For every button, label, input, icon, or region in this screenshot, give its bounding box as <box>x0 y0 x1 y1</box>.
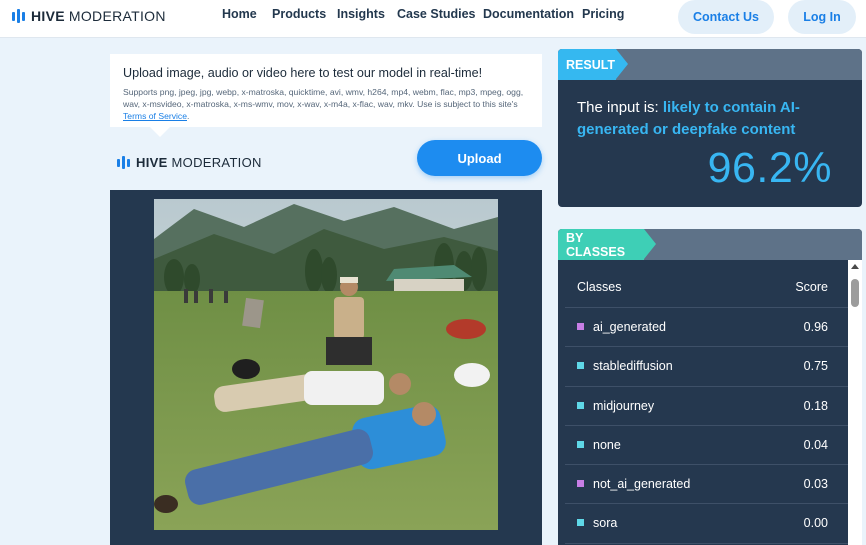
class-score: 0.03 <box>803 477 828 492</box>
class-name: none <box>593 437 621 452</box>
upload-button[interactable]: Upload <box>417 140 542 176</box>
class-score: 0.04 <box>803 437 828 452</box>
log-in-button[interactable]: Log In <box>788 0 856 34</box>
logo-text-light: MODERATION <box>68 8 166 24</box>
classes-table-header: Classes Score <box>565 268 853 308</box>
nav-documentation[interactable]: Documentation <box>483 7 574 21</box>
class-row: not_ai_generated 0.03 <box>565 465 853 505</box>
uploaded-image-photo <box>154 199 498 530</box>
result-percentage: 96.2% <box>707 144 832 192</box>
class-color-swatch <box>577 401 584 409</box>
class-row: none 0.04 <box>565 426 853 466</box>
column-header-classes: Classes <box>577 280 622 294</box>
class-row: ai_generated 0.96 <box>565 308 853 348</box>
nav-home[interactable]: Home <box>222 7 257 21</box>
nav-insights[interactable]: Insights <box>337 7 385 21</box>
class-name: sora <box>593 516 618 531</box>
result-tag: RESULT <box>558 49 628 80</box>
class-name: not_ai_generated <box>593 477 691 492</box>
scroll-thumb[interactable] <box>851 279 859 307</box>
nav-pricing[interactable]: Pricing <box>582 7 624 21</box>
hive-logo-icon <box>117 156 130 169</box>
result-sentence: The input is: likely to contain AI-gener… <box>577 97 852 141</box>
class-row: stablediffusion 0.75 <box>565 347 853 387</box>
scroll-up-arrow-icon[interactable] <box>851 264 859 269</box>
logo-text-bold: HIVE <box>136 155 168 170</box>
classes-table: Classes Score ai_generated 0.96 stablediff… <box>565 268 853 544</box>
class-color-swatch <box>577 440 584 448</box>
class-name: stablediffusion <box>593 359 673 374</box>
result-header: RESULT <box>558 49 862 80</box>
class-score: 0.18 <box>803 398 828 413</box>
class-name: ai_generated <box>593 320 666 334</box>
terms-suffix: . <box>187 111 190 121</box>
class-color-swatch <box>577 362 584 370</box>
hive-logo-icon <box>12 9 25 23</box>
result-prefix: The input is: <box>577 99 663 116</box>
by-classes-card: BY CLASSES Classes Score ai_generated 0.9… <box>558 229 862 545</box>
hive-moderation-logo[interactable]: HIVE MODERATION <box>12 8 166 24</box>
upload-title: Upload image, audio or video here to tes… <box>123 66 483 80</box>
class-row: sora 0.00 <box>565 504 853 544</box>
top-navigation: HIVE MODERATION Home Products Insights Ca… <box>0 0 866 38</box>
logo-text-bold: HIVE <box>31 8 65 24</box>
result-card: RESULT The input is: likely to contain A… <box>558 49 862 207</box>
class-score: 0.00 <box>803 516 828 531</box>
classes-header: BY CLASSES <box>558 229 862 260</box>
hive-moderation-logo-secondary: HIVE MODERATION <box>117 155 262 170</box>
class-score: 0.96 <box>803 320 828 334</box>
upload-instructions-card: Upload image, audio or video here to tes… <box>110 54 542 137</box>
column-header-score: Score <box>795 280 828 294</box>
uploaded-media-panel <box>110 190 542 545</box>
class-row: midjourney 0.18 <box>565 387 853 426</box>
classes-scrollbar[interactable] <box>848 260 862 545</box>
logo-text-light: MODERATION <box>171 155 262 170</box>
terms-of-service-link[interactable]: Terms of Service <box>123 111 187 121</box>
class-color-swatch <box>577 323 584 330</box>
nav-case-studies[interactable]: Case Studies <box>397 7 476 21</box>
class-color-swatch <box>577 519 584 527</box>
by-classes-tag: BY CLASSES <box>558 229 656 260</box>
class-color-swatch <box>577 480 584 488</box>
class-score: 0.75 <box>803 359 828 374</box>
supported-formats-text: Supports png, jpeg, jpg, webp, x-matrosk… <box>123 86 529 122</box>
class-name: midjourney <box>593 398 655 413</box>
supported-formats: Supports png, jpeg, jpg, webp, x-matrosk… <box>123 87 524 109</box>
uploaded-image <box>154 199 498 530</box>
nav-products[interactable]: Products <box>272 7 326 21</box>
contact-us-button[interactable]: Contact Us <box>678 0 774 34</box>
